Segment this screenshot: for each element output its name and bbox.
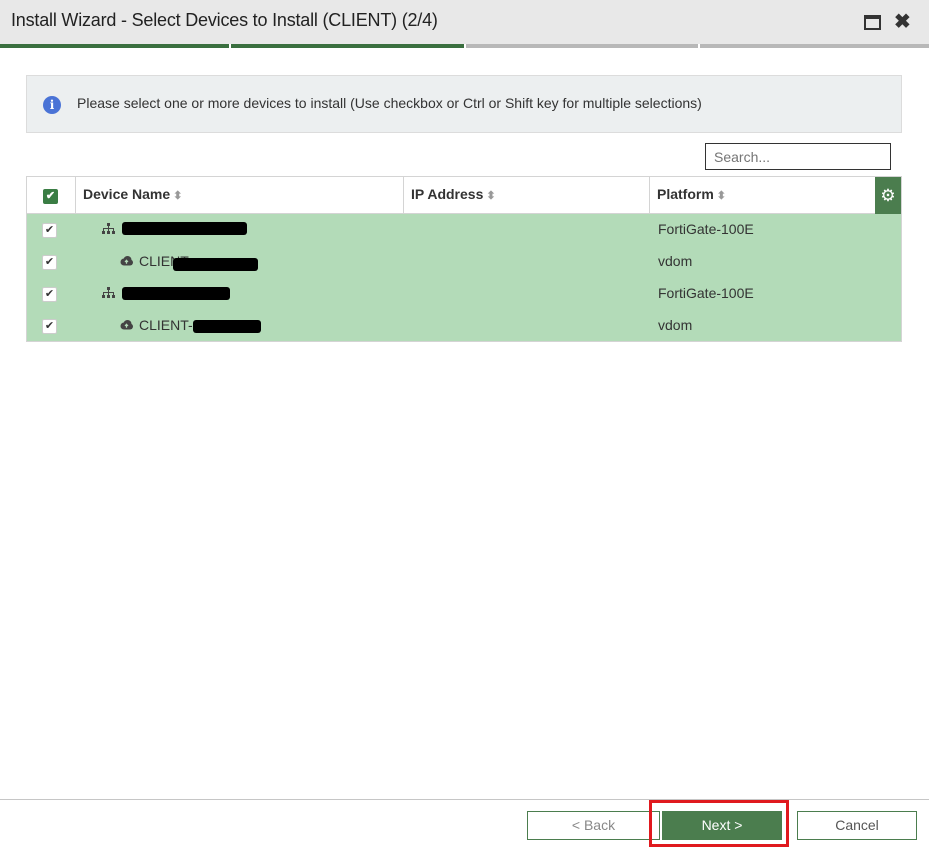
search-input[interactable] — [705, 143, 891, 170]
table-header: ✔ Device Name ⬍ IP Address ⬍ Platform ⬍ ⚙ — [27, 177, 901, 214]
row-checkbox[interactable]: ✔ — [42, 287, 57, 302]
column-label-platform: Platform — [657, 186, 714, 202]
table-row[interactable]: ✔ FortiGate-100E — [27, 214, 901, 246]
wizard-progress — [0, 44, 929, 49]
info-banner-text: Please select one or more devices to ins… — [77, 95, 702, 111]
redaction-bar — [122, 222, 247, 235]
device-tree-icon — [102, 223, 115, 234]
footer-divider — [0, 799, 929, 800]
redaction-bar — [173, 258, 258, 271]
progress-step-3 — [466, 44, 698, 48]
progress-step-2 — [231, 44, 464, 48]
sort-icon[interactable]: ⬍ — [717, 190, 726, 202]
column-header-device-name[interactable]: Device Name ⬍ — [76, 177, 404, 214]
progress-step-4 — [700, 44, 929, 48]
progress-step-1 — [0, 44, 229, 48]
column-label-ip-address: IP Address — [411, 186, 484, 202]
column-label-device-name: Device Name — [83, 186, 171, 202]
title-bar: Install Wizard - Select Devices to Insta… — [0, 0, 929, 44]
cloud-icon — [120, 256, 133, 266]
cloud-icon — [120, 320, 133, 330]
info-banner: i Please select one or more devices to i… — [26, 75, 902, 133]
gear-icon[interactable]: ⚙ — [875, 177, 901, 214]
sort-icon[interactable]: ⬍ — [486, 190, 495, 202]
device-tree-icon — [102, 287, 115, 298]
device-name: CLIENT- — [139, 317, 193, 333]
cancel-button[interactable]: Cancel — [797, 811, 917, 840]
table-row[interactable]: ✔ FortiGate-100E — [27, 278, 901, 310]
window-title: Install Wizard - Select Devices to Insta… — [11, 10, 438, 30]
info-icon: i — [43, 96, 61, 114]
column-header-ip-address[interactable]: IP Address ⬍ — [404, 177, 650, 214]
table-row[interactable]: ✔ CLIENT- vdom — [27, 310, 901, 341]
platform: vdom — [658, 253, 693, 269]
close-icon[interactable]: ✖ — [894, 10, 911, 34]
next-button-highlight — [649, 800, 789, 847]
sort-icon[interactable]: ⬍ — [173, 190, 182, 202]
device-table: ✔ Device Name ⬍ IP Address ⬍ Platform ⬍ ⚙ ✔ — [26, 176, 902, 342]
table-row[interactable]: ✔ CLIENT- vdom — [27, 246, 901, 278]
platform: vdom — [658, 317, 693, 333]
platform: FortiGate-100E — [658, 221, 754, 237]
row-checkbox[interactable]: ✔ — [42, 223, 57, 238]
maximize-icon[interactable] — [864, 15, 881, 30]
select-all-checkbox[interactable]: ✔ — [43, 189, 58, 204]
redaction-bar — [122, 287, 230, 300]
row-checkbox[interactable]: ✔ — [42, 255, 57, 270]
select-all-cell: ✔ — [27, 177, 76, 214]
row-checkbox[interactable]: ✔ — [42, 319, 57, 334]
column-header-platform[interactable]: Platform ⬍ — [650, 177, 875, 214]
redaction-bar — [193, 320, 261, 333]
platform: FortiGate-100E — [658, 285, 754, 301]
back-button[interactable]: < Back — [527, 811, 660, 840]
